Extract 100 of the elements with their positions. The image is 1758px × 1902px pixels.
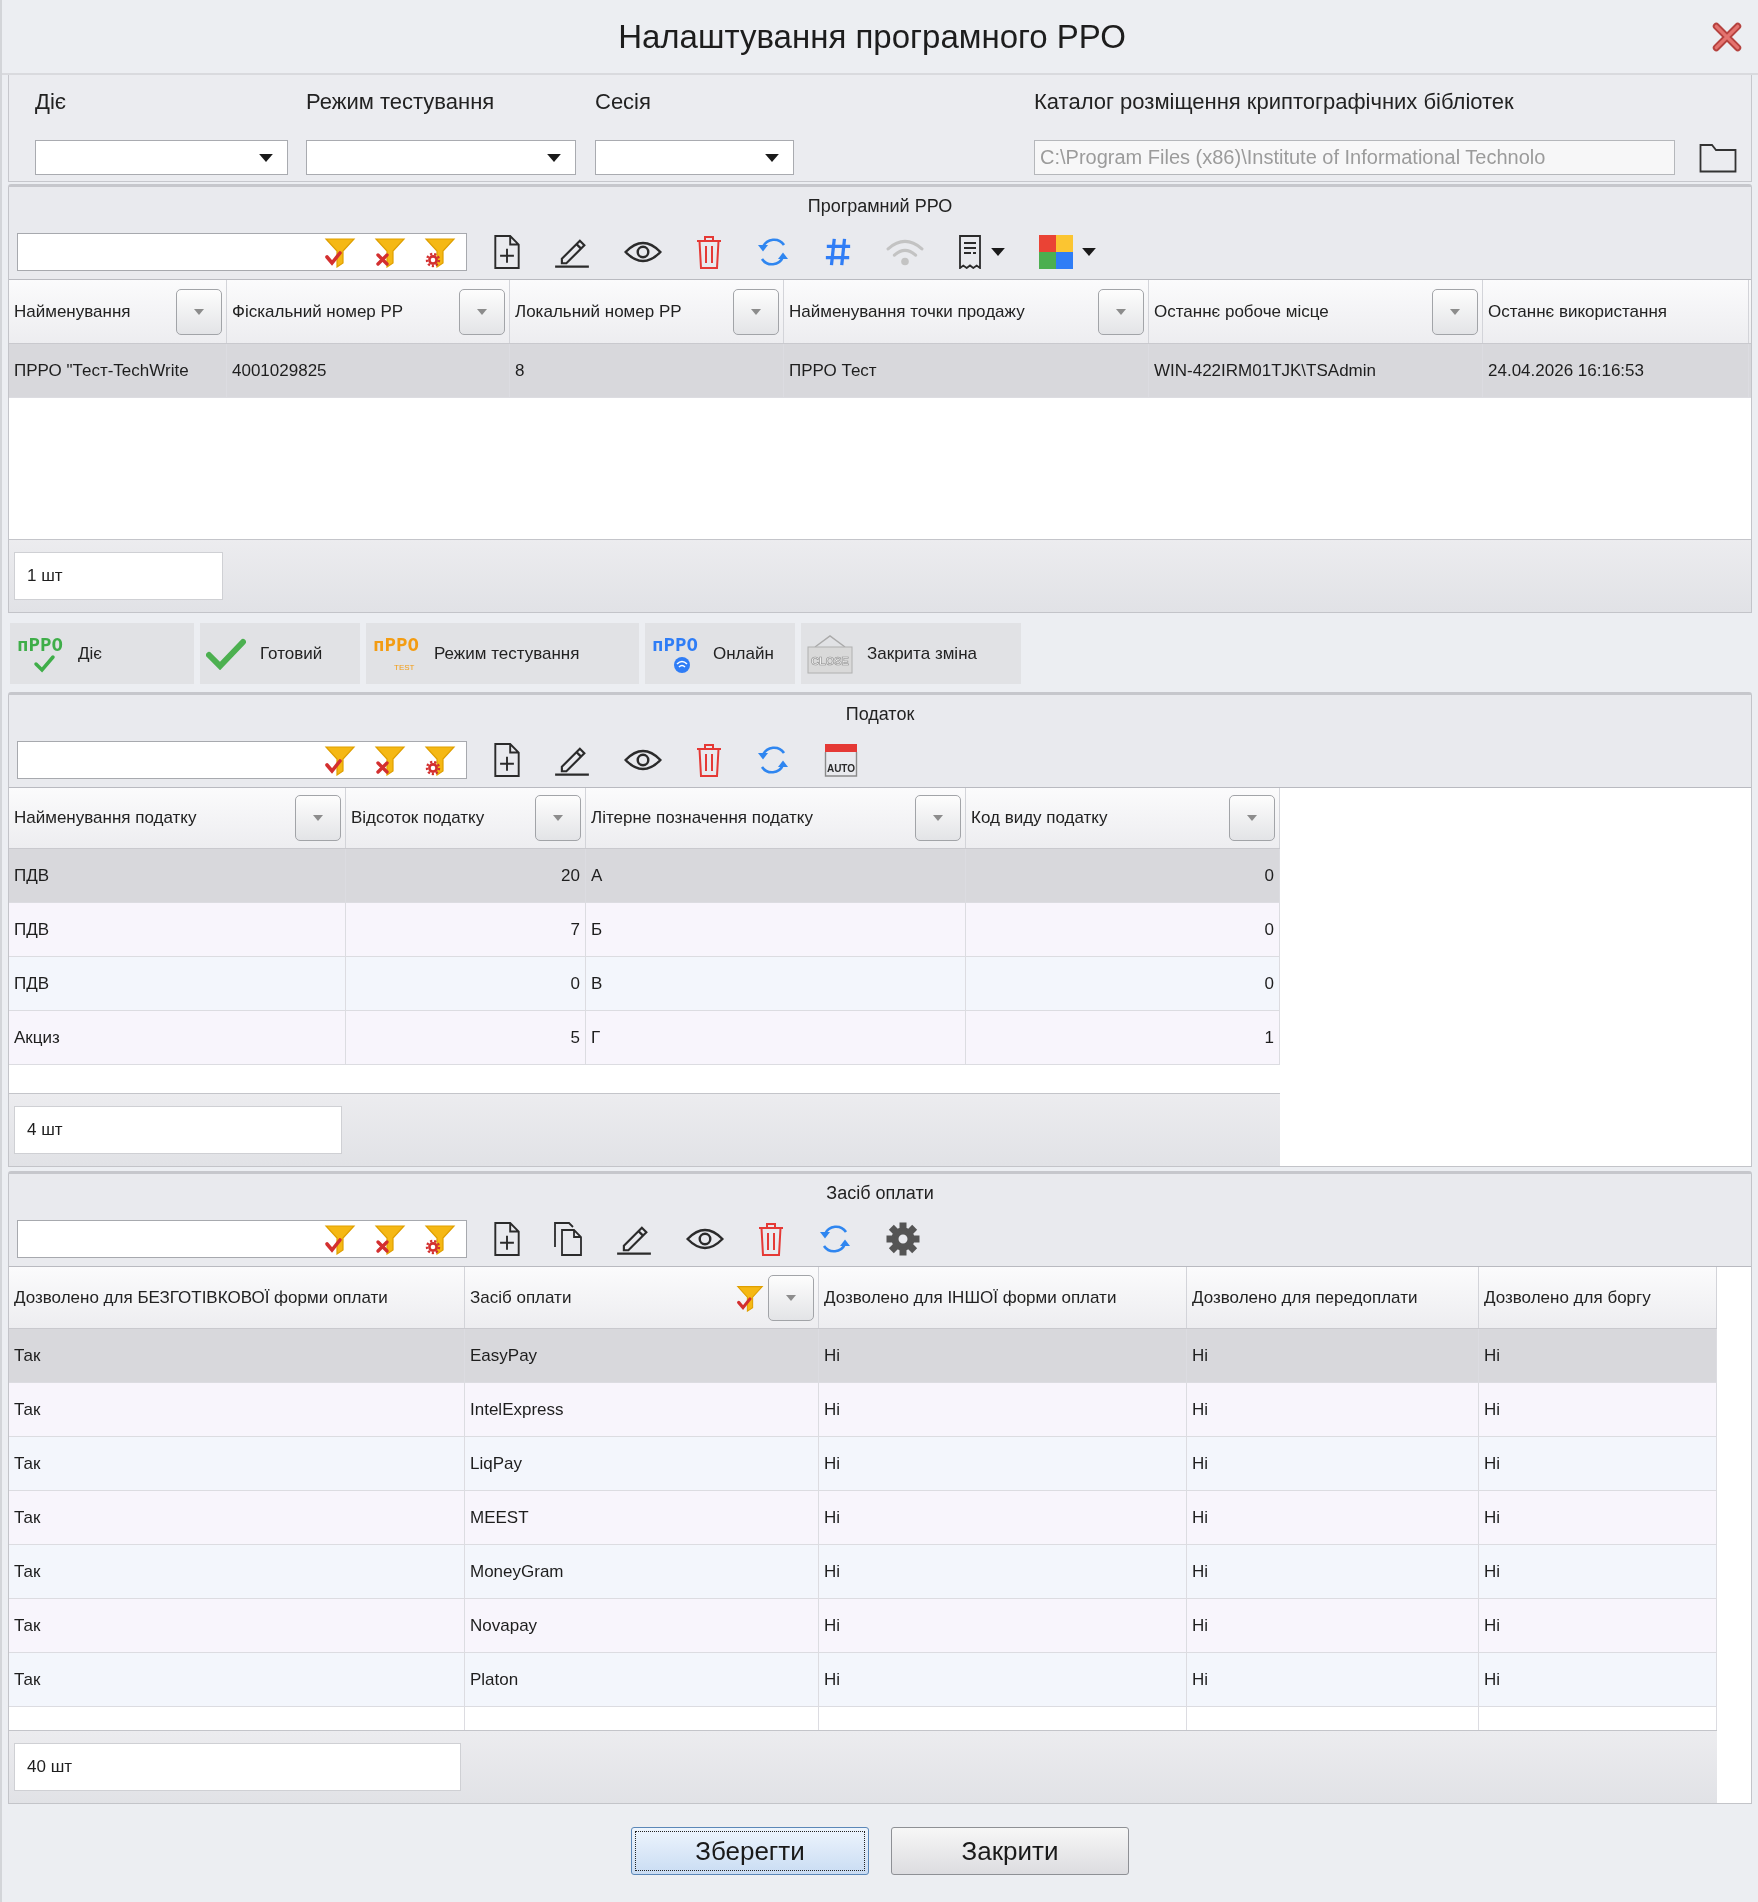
table-row[interactable]: Акциз 5 Г 1 (9, 1011, 1280, 1065)
window-title: Налаштування програмного РРО (618, 17, 1126, 56)
section-title: Засіб оплати (826, 1182, 934, 1204)
table-row[interactable]: Так MoneyGram Ні Ні Ні (9, 1545, 1717, 1599)
trash-icon[interactable] (696, 743, 722, 777)
table-cell: MoneyGram (465, 1545, 819, 1598)
caret-down-icon (1116, 308, 1126, 315)
table-cell: 0 (966, 849, 1280, 902)
eye-icon[interactable] (686, 1227, 724, 1251)
table-cell: Г (586, 1011, 966, 1064)
table-cell: Ні (1479, 1437, 1717, 1490)
table-row[interactable]: Так LiqPay Ні Ні Ні (9, 1437, 1717, 1491)
column-filter-button[interactable] (295, 795, 341, 841)
document-plus-icon[interactable] (494, 235, 520, 269)
receipt-icon[interactable] (958, 235, 982, 269)
trash-icon[interactable] (758, 1222, 784, 1256)
table-row[interactable]: ПДВ 7 Б 0 (9, 903, 1280, 957)
table-cell: Ні (1187, 1491, 1479, 1544)
column-header: Найменування точки продажу (789, 301, 1025, 322)
table-row[interactable]: ПРРО "Тест-TechWrite 4001029825 8 ПРРО Тест WIN-422IRM01TJK\TSAdmin 24.04.2026 16:16:53 (9, 344, 1751, 398)
table-cell: LiqPay (465, 1437, 819, 1490)
document-plus-icon[interactable] (494, 1222, 520, 1256)
filter-clear-icon[interactable] (374, 1223, 406, 1255)
caret-down-icon (751, 308, 761, 315)
filter-check-icon[interactable] (324, 236, 356, 268)
column-header: Дозволено для боргу (1484, 1287, 1651, 1308)
copy-icon[interactable] (554, 1222, 582, 1256)
filter-settings-icon[interactable] (424, 1223, 456, 1255)
table-row[interactable]: Так IntelExpress Ні Ні Ні (9, 1383, 1717, 1437)
table-cell: В (586, 957, 966, 1010)
legend-label: Діє (78, 643, 102, 664)
column-header: Дозволено для передоплати (1192, 1287, 1418, 1308)
folder-icon[interactable] (1699, 142, 1737, 173)
caret-down-icon (259, 153, 273, 162)
refresh-icon[interactable] (756, 743, 790, 777)
table-row[interactable]: Так Novapay Ні Ні Ні (9, 1599, 1717, 1653)
column-header: Найменування податку (14, 808, 197, 828)
filter-clear-icon[interactable] (374, 236, 406, 268)
table-cell: Ні (1479, 1491, 1717, 1544)
caret-down-icon (765, 153, 779, 162)
filter-check-icon[interactable] (736, 1283, 764, 1312)
column-header: Дозволено для ІНШОЇ форми оплати (824, 1287, 1117, 1308)
column-filter-button[interactable] (915, 795, 961, 841)
eye-icon[interactable] (624, 240, 662, 264)
table-cell: Так (9, 1437, 465, 1490)
dropdown-field[interactable] (306, 140, 576, 175)
table-row[interactable]: ПДВ 0 В 0 (9, 957, 1280, 1011)
table-cell: 7 (346, 903, 586, 956)
filter-label: Сесія (595, 89, 651, 115)
table-cell: 1 (966, 1011, 1280, 1064)
filter-clear-icon[interactable] (374, 744, 406, 776)
table-row[interactable]: Так MEEST Ні Ні Ні (9, 1491, 1717, 1545)
dropdown-field[interactable] (595, 140, 794, 175)
section-title: Податок (845, 703, 915, 725)
dropdown-field[interactable] (35, 140, 288, 175)
column-filter-button[interactable] (176, 288, 222, 335)
trash-icon[interactable] (696, 235, 722, 269)
table-cell: Ні (1187, 1437, 1479, 1490)
refresh-icon[interactable] (818, 1222, 852, 1256)
column-filter-button[interactable] (733, 288, 779, 335)
filter-label: Каталог розміщення криптографічних бібліотек (1034, 89, 1514, 115)
hash-icon[interactable] (824, 236, 852, 268)
table-cell: Ні (1187, 1329, 1479, 1382)
close-icon[interactable] (1712, 21, 1742, 52)
table-cell: ПДВ (9, 849, 346, 902)
caret-down-icon[interactable] (1082, 248, 1096, 256)
table-cell: Ні (819, 1383, 1187, 1436)
record-count: 1 шт (14, 552, 223, 600)
filter-check-icon[interactable] (324, 1223, 356, 1255)
column-filter-button[interactable] (1098, 288, 1144, 335)
caret-down-icon (933, 815, 943, 821)
table-cell: 8 (510, 344, 784, 397)
save-button[interactable]: Зберегти (631, 1827, 869, 1875)
refresh-icon[interactable] (756, 235, 790, 269)
document-plus-icon[interactable] (494, 743, 520, 777)
table-row[interactable]: Так Platon Ні Ні Ні (9, 1653, 1717, 1707)
close-button[interactable]: Закрити (891, 1827, 1129, 1875)
table-cell: 0 (966, 957, 1280, 1010)
table-row[interactable]: Так EasyPay Ні Ні Ні (9, 1329, 1717, 1383)
column-filter-button[interactable] (1229, 795, 1275, 841)
search-field[interactable] (17, 233, 467, 271)
filter-settings-icon[interactable] (424, 236, 456, 268)
table-cell: Platon (465, 1653, 819, 1706)
column-header: Останнє використання (1488, 301, 1668, 322)
color-squares-icon[interactable] (1039, 235, 1073, 269)
legend-label: Закрита зміна (867, 643, 977, 664)
column-filter-button[interactable] (1432, 288, 1478, 335)
gear-icon[interactable] (886, 1222, 920, 1256)
column-filter-button[interactable] (459, 288, 505, 335)
caret-down-icon (1450, 308, 1460, 315)
column-filter-button[interactable] (768, 1274, 814, 1321)
filter-check-icon[interactable] (324, 744, 356, 776)
search-field[interactable] (17, 741, 467, 779)
column-filter-button[interactable] (535, 795, 581, 841)
table-cell: Novapay (465, 1599, 819, 1652)
table-row[interactable]: ПДВ 20 А 0 (9, 849, 1280, 903)
search-field[interactable] (17, 1220, 467, 1258)
caret-down-icon[interactable] (991, 248, 1005, 256)
eye-icon[interactable] (624, 748, 662, 772)
filter-settings-icon[interactable] (424, 744, 456, 776)
